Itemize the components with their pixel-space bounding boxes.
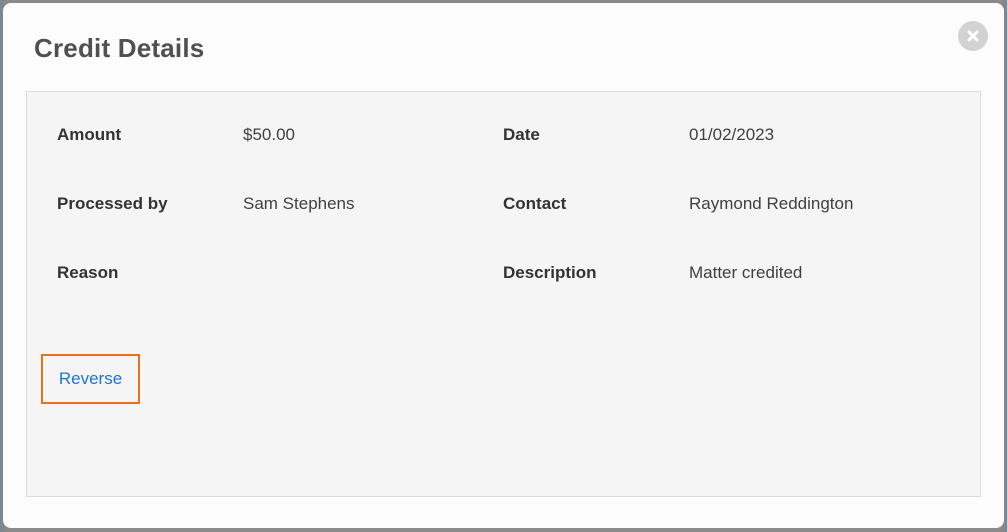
description-label: Description: [503, 263, 597, 282]
contact-value: Raymond Reddington: [689, 194, 854, 213]
amount-label: Amount: [57, 125, 122, 144]
reason-label: Reason: [57, 263, 119, 282]
details-row-amount-date: Amount $50.00 Date 01/02/2023: [27, 123, 980, 147]
modal-title: Credit Details: [34, 33, 205, 63]
date-label: Date: [503, 125, 540, 144]
date-value: 01/02/2023: [689, 125, 775, 144]
description-value: Matter credited: [689, 263, 803, 282]
reverse-button[interactable]: Reverse: [41, 354, 140, 404]
close-icon: [967, 30, 979, 42]
details-row-reason-description: Reason Description Matter credited: [27, 261, 980, 285]
credit-details-modal: Credit Details Amount $50.00 Date 01/02/…: [3, 3, 1004, 528]
processed-by-value: Sam Stephens: [243, 194, 355, 213]
details-row-processed-contact: Processed by Sam Stephens Contact Raymon…: [27, 192, 980, 216]
details-panel: Amount $50.00 Date 01/02/2023 Processed …: [26, 91, 981, 497]
processed-by-label: Processed by: [57, 194, 168, 213]
contact-label: Contact: [503, 194, 567, 213]
close-button[interactable]: [958, 21, 988, 51]
amount-value: $50.00: [243, 125, 295, 144]
